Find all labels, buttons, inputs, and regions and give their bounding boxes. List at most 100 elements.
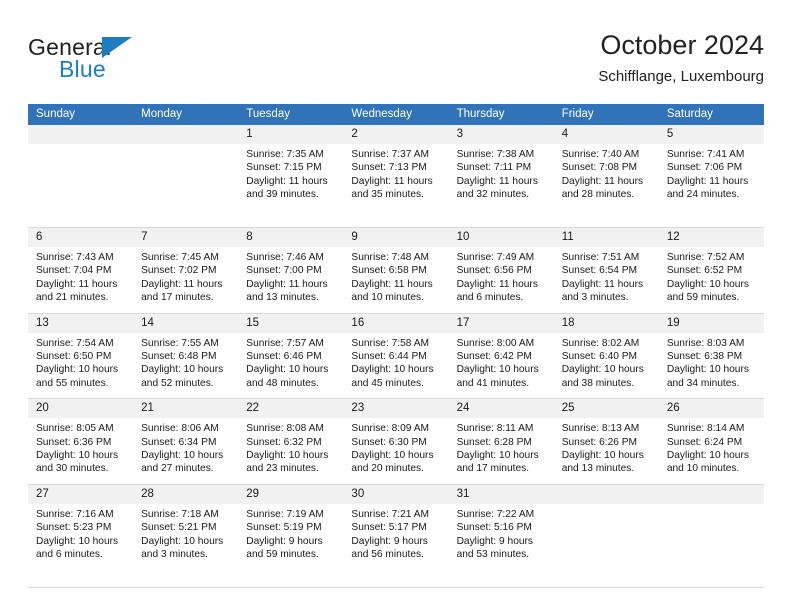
daylight-duration-line1: Daylight: 10 hours	[141, 535, 224, 547]
calendar-day-cell[interactable]: 9 Sunrise: 7:48 AM Sunset: 6:58 PM Daylight…	[343, 228, 449, 313]
day-number: 7	[133, 228, 239, 247]
day-sun-info: Sunrise: 8:08 AM Sunset: 6:32 PM Daylight:…	[238, 418, 343, 484]
calendar-day-cell[interactable]: 31 Sunrise: 7:22 AM Sunset: 5:16 PM Dayligh…	[448, 484, 554, 587]
calendar-day-cell[interactable]: 1 Sunrise: 7:35 AM Sunset: 7:15 PM Daylight…	[238, 125, 344, 227]
daylight-duration-line2: and 32 minutes.	[456, 189, 530, 201]
sunrise-time: Sunrise: 7:37 AM	[351, 149, 430, 160]
calendar-day-cell[interactable]: 4 Sunrise: 7:40 AM Sunset: 7:08 PM Daylight…	[553, 125, 659, 227]
calendar-day-cell[interactable]: 20 Sunrise: 8:05 AM Sunset: 6:36 PM Dayligh…	[28, 399, 134, 484]
calendar-day-cell[interactable]: 23 Sunrise: 8:09 AM Sunset: 6:30 PM Dayligh…	[343, 399, 449, 484]
daylight-duration-line2: and 21 minutes.	[36, 292, 109, 304]
day-number: 15	[238, 313, 344, 333]
day-sun-info: Sunrise: 7:38 AM Sunset: 7:11 PM Daylight:…	[449, 144, 554, 210]
day-sun-info: Sunrise: 8:03 AM Sunset: 6:38 PM Daylight:…	[659, 333, 764, 399]
day-sun-info: Sunrise: 8:02 AM Sunset: 6:40 PM Daylight:…	[554, 333, 659, 399]
calendar-day-cell[interactable]: 27 Sunrise: 7:16 AM Sunset: 5:23 PM Dayligh…	[28, 484, 134, 587]
calendar-day-cell[interactable]: 17 Sunrise: 8:00 AM Sunset: 6:42 PM Dayligh…	[448, 313, 554, 399]
daylight-duration-line1: Daylight: 10 hours	[666, 278, 749, 290]
daylight-duration-line1: Daylight: 11 hours	[36, 278, 118, 290]
day-sun-info: Sunrise: 8:00 AM Sunset: 6:42 PM Daylight:…	[449, 333, 554, 399]
calendar-day-cell[interactable]: 18 Sunrise: 8:02 AM Sunset: 6:40 PM Dayligh…	[553, 313, 659, 399]
triangle-logo-icon	[102, 37, 132, 58]
day-sun-info: Sunrise: 7:49 AM Sunset: 6:56 PM Daylight:…	[449, 247, 554, 313]
calendar-day-cell[interactable]: 12 Sunrise: 7:52 AM Sunset: 6:52 PM Dayligh…	[658, 228, 764, 313]
calendar-day-cell[interactable]: 7 Sunrise: 7:45 AM Sunset: 7:02 PM Daylight…	[133, 228, 239, 313]
day-sun-info: Sunrise: 8:13 AM Sunset: 6:26 PM Daylight:…	[554, 418, 659, 484]
sunset-time: Sunset: 6:50 PM	[36, 351, 112, 363]
weekday-header-thursday: Thursday	[456, 108, 505, 120]
daylight-duration-line1: Daylight: 10 hours	[666, 364, 749, 376]
daylight-duration-line2: and 20 minutes.	[351, 463, 424, 475]
sunset-time: Sunset: 5:23 PM	[36, 522, 112, 534]
sunset-time: Sunset: 6:36 PM	[36, 436, 112, 448]
calendar-day-cell[interactable]: 3 Sunrise: 7:38 AM Sunset: 7:11 PM Daylight…	[448, 125, 554, 227]
calendar-day-cell[interactable]: 2 Sunrise: 7:37 AM Sunset: 7:13 PM Daylight…	[343, 125, 449, 227]
sunrise-time: Sunrise: 8:09 AM	[351, 423, 430, 435]
logo-text-blue: Blue	[59, 56, 106, 82]
calendar-day-cell[interactable]: 15 Sunrise: 7:57 AM Sunset: 6:46 PM Dayligh…	[238, 313, 344, 399]
day-sun-info: Sunrise: 8:05 AM Sunset: 6:36 PM Daylight:…	[28, 418, 133, 484]
day-number: 22	[238, 399, 344, 419]
calendar-day-cell-empty	[658, 484, 764, 587]
day-number: 1	[238, 125, 344, 144]
sunrise-time: Sunrise: 8:03 AM	[666, 337, 745, 349]
calendar-week-row: 1 Sunrise: 7:35 AM Sunset: 7:15 PM Daylight…	[28, 125, 764, 228]
calendar-day-cell[interactable]: 8 Sunrise: 7:46 AM Sunset: 7:00 PM Daylight…	[238, 228, 344, 313]
calendar-day-cell[interactable]: 16 Sunrise: 7:58 AM Sunset: 6:44 PM Dayligh…	[343, 313, 449, 399]
sunrise-time: Sunrise: 7:57 AM	[246, 337, 324, 349]
sunrise-time: Sunrise: 7:45 AM	[141, 252, 219, 263]
day-number	[658, 484, 764, 504]
sunset-time: Sunset: 6:32 PM	[246, 436, 322, 448]
sunset-time: Sunset: 7:08 PM	[561, 162, 638, 174]
daylight-duration-line2: and 48 minutes.	[246, 377, 319, 389]
day-sun-info: Sunrise: 7:54 AM Sunset: 6:50 PM Daylight:…	[28, 333, 133, 399]
day-number: 9	[343, 228, 449, 247]
calendar-day-cell[interactable]: 22 Sunrise: 8:08 AM Sunset: 6:32 PM Dayligh…	[238, 399, 344, 484]
day-sun-info: Sunrise: 7:41 AM Sunset: 7:06 PM Daylight:…	[659, 144, 764, 210]
weekday-header-monday: Monday	[141, 108, 183, 120]
day-sun-info: Sunrise: 7:22 AM Sunset: 5:16 PM Daylight:…	[449, 504, 554, 570]
daylight-duration-line1: Daylight: 11 hours	[246, 278, 328, 290]
day-number: 26	[658, 399, 764, 419]
calendar-day-cell[interactable]: 5 Sunrise: 7:41 AM Sunset: 7:06 PM Daylight…	[658, 125, 764, 227]
sunset-time: Sunset: 6:54 PM	[561, 265, 638, 277]
daylight-duration-line2: and 3 minutes.	[141, 549, 208, 561]
calendar-day-cell[interactable]: 24 Sunrise: 8:11 AM Sunset: 6:28 PM Dayligh…	[448, 399, 554, 484]
calendar-day-cell[interactable]: 6 Sunrise: 7:43 AM Sunset: 7:04 PM Daylight…	[28, 228, 134, 313]
day-sun-info: Sunrise: 8:06 AM Sunset: 6:34 PM Daylight:…	[133, 418, 238, 484]
sunrise-time: Sunrise: 7:38 AM	[456, 149, 535, 160]
calendar-day-cell[interactable]: 25 Sunrise: 8:13 AM Sunset: 6:26 PM Dayligh…	[553, 399, 659, 484]
daylight-duration-line2: and 10 minutes.	[351, 292, 424, 304]
calendar-day-cell[interactable]: 11 Sunrise: 7:51 AM Sunset: 6:54 PM Dayligh…	[553, 228, 659, 313]
day-number: 24	[448, 399, 554, 419]
calendar-day-cell[interactable]: 29 Sunrise: 7:19 AM Sunset: 5:19 PM Dayligh…	[238, 484, 344, 587]
calendar-day-cell[interactable]: 14 Sunrise: 7:55 AM Sunset: 6:48 PM Dayligh…	[133, 313, 239, 399]
calendar-day-cell[interactable]: 13 Sunrise: 7:54 AM Sunset: 6:50 PM Dayligh…	[28, 313, 134, 399]
day-number: 2	[343, 125, 449, 144]
sunset-time: Sunset: 7:06 PM	[666, 162, 743, 174]
calendar-day-cell[interactable]: 26 Sunrise: 8:14 AM Sunset: 6:24 PM Dayligh…	[658, 399, 764, 484]
calendar-day-cell[interactable]: 10 Sunrise: 7:49 AM Sunset: 6:56 PM Dayligh…	[448, 228, 554, 313]
day-sun-info: Sunrise: 8:11 AM Sunset: 6:28 PM Daylight:…	[449, 418, 554, 484]
sunrise-time: Sunrise: 7:46 AM	[246, 252, 324, 263]
calendar-day-cell[interactable]: 28 Sunrise: 7:18 AM Sunset: 5:21 PM Dayligh…	[133, 484, 239, 587]
calendar-day-cell[interactable]: 21 Sunrise: 8:06 AM Sunset: 6:34 PM Dayligh…	[133, 399, 239, 484]
daylight-duration-line2: and 17 minutes.	[141, 292, 214, 304]
day-sun-info	[659, 504, 764, 587]
sunrise-time: Sunrise: 7:16 AM	[36, 508, 114, 520]
daylight-duration-line1: Daylight: 11 hours	[141, 278, 223, 290]
calendar-day-cell[interactable]: 19 Sunrise: 8:03 AM Sunset: 6:38 PM Dayligh…	[658, 313, 764, 399]
day-sun-info: Sunrise: 7:58 AM Sunset: 6:44 PM Daylight:…	[343, 333, 448, 399]
sunrise-time: Sunrise: 7:55 AM	[141, 337, 219, 349]
day-number: 8	[238, 228, 344, 247]
general-blue-logo[interactable]: General Blue	[28, 34, 258, 90]
daylight-duration-line1: Daylight: 10 hours	[36, 450, 119, 462]
day-sun-info: Sunrise: 7:43 AM Sunset: 7:04 PM Daylight:…	[28, 247, 133, 313]
daylight-duration-line2: and 23 minutes.	[246, 463, 319, 475]
day-number: 11	[553, 228, 659, 247]
sunset-time: Sunset: 5:17 PM	[351, 522, 427, 534]
daylight-duration-line1: Daylight: 10 hours	[141, 364, 224, 376]
calendar-day-cell[interactable]: 30 Sunrise: 7:21 AM Sunset: 5:17 PM Dayligh…	[343, 484, 449, 587]
empty-cell-filler	[562, 508, 655, 579]
daylight-duration-line1: Daylight: 10 hours	[36, 364, 119, 376]
